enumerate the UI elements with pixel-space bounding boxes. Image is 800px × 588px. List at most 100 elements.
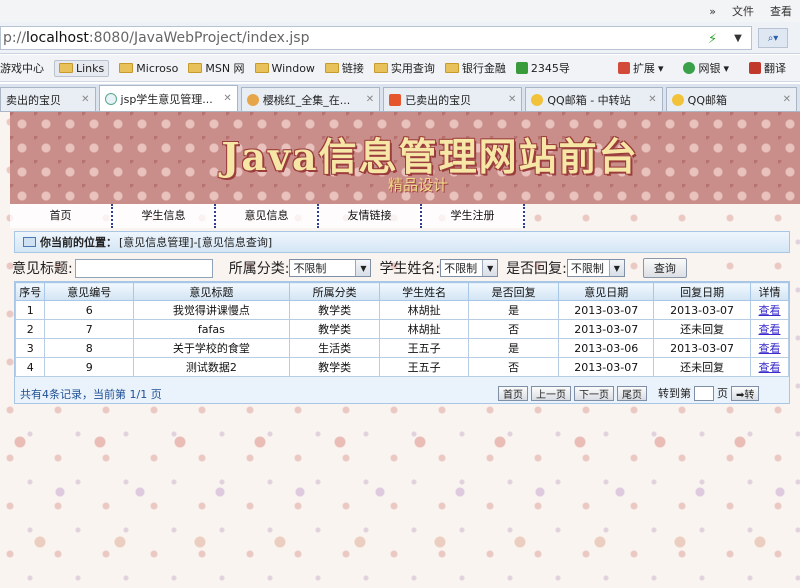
view-link[interactable]: 查看 [750, 357, 789, 377]
student-select[interactable]: 不限制 ▼ [440, 259, 499, 277]
close-icon[interactable]: ✕ [223, 93, 231, 104]
table-cell: 林胡扯 [379, 300, 469, 320]
table-row: 4 9 测试数据2 教学类 王五子 否 2013-03-07 还未回复 查看 [14, 357, 789, 377]
next-page-button[interactable]: 下一页 [574, 385, 614, 401]
view-link[interactable]: 查看 [750, 300, 789, 320]
table-cell: 2 [14, 319, 46, 339]
taobao-icon [389, 93, 402, 106]
browser-tab[interactable]: QQ邮箱 - 中转站 ✕ [525, 87, 663, 111]
folder-icon [373, 63, 388, 73]
goto-button[interactable]: ➡转 [731, 385, 760, 401]
nav-register[interactable]: 学生注册 [422, 204, 525, 228]
table-cell: 3 [14, 338, 46, 358]
title-input[interactable] [74, 258, 213, 278]
menu-file[interactable]: 文件 [732, 3, 754, 19]
table-cell: 6 [44, 300, 134, 320]
site-title: Java信息管理网站前台 [221, 134, 639, 179]
chevron-down-icon: ▼ [482, 260, 498, 276]
browser-tab-active[interactable]: jsp学生意见管理... ✕ [98, 85, 238, 111]
search-icon[interactable]: ⌕▾ [758, 28, 788, 48]
table-row: 2 7 fafas 教学类 林胡扯 否 2013-03-07 还未回复 查看 [14, 319, 789, 339]
breadcrumb-path: [意见信息管理]-[意见信息查询] [119, 236, 273, 249]
translate-button[interactable]: 翻译 [749, 60, 786, 76]
fav-item[interactable]: 链接 [324, 60, 364, 76]
browser-tab[interactable]: QQ邮箱 ✕ [665, 87, 797, 111]
nav-links[interactable]: 友情链接 [319, 204, 422, 228]
col-header: 回复日期 [653, 282, 752, 301]
table-cell: 还未回复 [653, 319, 752, 339]
extensions-button[interactable]: 扩展 ▾ [617, 60, 663, 76]
reply-label: 是否回复: [506, 261, 567, 277]
close-icon[interactable]: ✕ [783, 94, 791, 105]
fav-item[interactable]: Links [54, 59, 110, 77]
reply-select[interactable]: 不限制 ▼ [566, 259, 625, 277]
menu-overflow[interactable]: » [709, 5, 716, 18]
title-label: 意见标题: [12, 261, 73, 277]
browser-tab[interactable]: 卖出的宝贝 ✕ [0, 87, 96, 111]
col-header: 意见编号 [44, 282, 134, 301]
lightning-icon[interactable]: ⚡ [708, 32, 717, 47]
ku-icon [246, 93, 259, 106]
table-cell: 测试数据2 [132, 357, 290, 377]
category-select[interactable]: 不限制 ▼ [289, 259, 372, 277]
site-banner: Java信息管理网站前台 精品设计 [10, 112, 800, 204]
fav-item[interactable]: Microso [119, 62, 178, 75]
folder-icon [254, 63, 269, 73]
chevron-down-icon[interactable]: ▼ [728, 28, 748, 48]
folder-icon [59, 63, 73, 73]
table-cell: 教学类 [288, 319, 381, 339]
table-cell: 4 [14, 357, 46, 377]
nav-student-info[interactable]: 学生信息 [113, 204, 216, 228]
table-header-row: 序号 意见编号 意见标题 所属分类 学生姓名 是否回复 意见日期 回复日期 详情 [14, 282, 789, 301]
close-icon[interactable]: ✕ [508, 94, 516, 105]
table-cell: 1 [14, 300, 46, 320]
translate-icon [749, 62, 761, 74]
close-icon[interactable]: ✕ [366, 94, 374, 105]
fav-item[interactable]: 实用查询 [373, 60, 435, 76]
fav-item[interactable]: Window [254, 62, 315, 75]
table-cell: 2013-03-07 [653, 300, 752, 320]
close-icon[interactable]: ✕ [81, 94, 89, 105]
table-cell: 否 [467, 319, 560, 339]
goto-label: 转到第 [658, 387, 691, 400]
first-page-button[interactable]: 首页 [498, 385, 528, 401]
url-prefix: p:// [3, 30, 27, 46]
col-header: 序号 [14, 282, 46, 301]
fav-item[interactable]: 游戏中心 [0, 60, 44, 76]
close-icon[interactable]: ✕ [648, 94, 656, 105]
table-cell: 2013-03-07 [558, 319, 655, 339]
browser-menubar: » 文件 查看 [0, 0, 800, 22]
table-cell: 2013-03-06 [558, 338, 655, 358]
goto-page-input[interactable] [694, 385, 714, 401]
menu-view[interactable]: 查看 [770, 3, 792, 19]
nav-home[interactable]: 首页 [10, 204, 113, 228]
table-cell: 2013-03-07 [558, 357, 655, 377]
url-field[interactable]: p://localhost:8080/JavaWebProject/index.… [0, 26, 752, 50]
pagination: 首页 上一页 下一页 尾页 转到第 页 ➡转 [498, 385, 760, 401]
fav-item[interactable]: MSN 网 [188, 60, 245, 76]
site-nav: 首页 学生信息 意见信息 友情链接 学生注册 [10, 204, 525, 228]
last-page-button[interactable]: 尾页 [617, 385, 647, 401]
fav-item[interactable]: 银行金融 [444, 60, 506, 76]
grid-icon [617, 62, 630, 74]
folder-icon [119, 63, 134, 73]
view-link[interactable]: 查看 [750, 319, 789, 339]
table-cell: 还未回复 [653, 357, 752, 377]
query-button[interactable]: 查询 [642, 258, 687, 278]
browser-tab[interactable]: 已卖出的宝贝 ✕ [383, 87, 523, 111]
table-cell: 否 [467, 357, 560, 377]
prev-page-button[interactable]: 上一页 [531, 385, 571, 401]
table-cell: 7 [44, 319, 134, 339]
fav-item[interactable]: 2345导 [515, 60, 570, 76]
col-header: 详情 [750, 282, 789, 301]
page-unit: 页 [717, 387, 728, 400]
table-cell: 关于学校的食堂 [132, 338, 290, 358]
netbank-button[interactable]: 网银 ▾ [683, 60, 729, 76]
browser-tab[interactable]: 樱桃红_全集_在... ✕ [240, 87, 381, 111]
table-row: 1 6 我觉得讲课慢点 教学类 林胡扯 是 2013-03-07 2013-03… [14, 300, 789, 320]
nav-opinion-info[interactable]: 意见信息 [216, 204, 319, 228]
breadcrumb-label: 你当前的位置： [40, 236, 117, 249]
table-cell: 是 [467, 300, 560, 320]
col-header: 是否回复 [467, 282, 560, 301]
view-link[interactable]: 查看 [750, 338, 789, 358]
